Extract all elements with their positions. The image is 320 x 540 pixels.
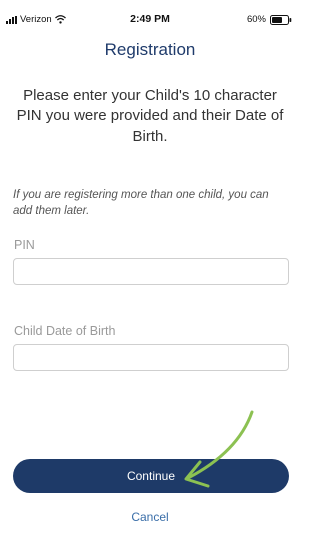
status-bar: Verizon 2:49 PM 60% bbox=[0, 0, 300, 40]
pin-label: PIN bbox=[14, 238, 35, 252]
pin-input[interactable] bbox=[13, 258, 289, 285]
instructions-text: Please enter your Child's 10 character P… bbox=[16, 87, 284, 145]
cancel-link[interactable]: Cancel bbox=[0, 510, 300, 524]
battery-status: 60% bbox=[247, 14, 292, 25]
multiple-children-note: If you are registering more than one chi… bbox=[13, 189, 269, 218]
continue-button[interactable]: Continue bbox=[13, 459, 289, 493]
dob-label: Child Date of Birth bbox=[14, 324, 116, 338]
page-title: Registration bbox=[104, 40, 196, 59]
dob-input[interactable] bbox=[13, 344, 289, 371]
battery-percent: 60% bbox=[246, 14, 266, 25]
battery-icon bbox=[270, 14, 292, 25]
